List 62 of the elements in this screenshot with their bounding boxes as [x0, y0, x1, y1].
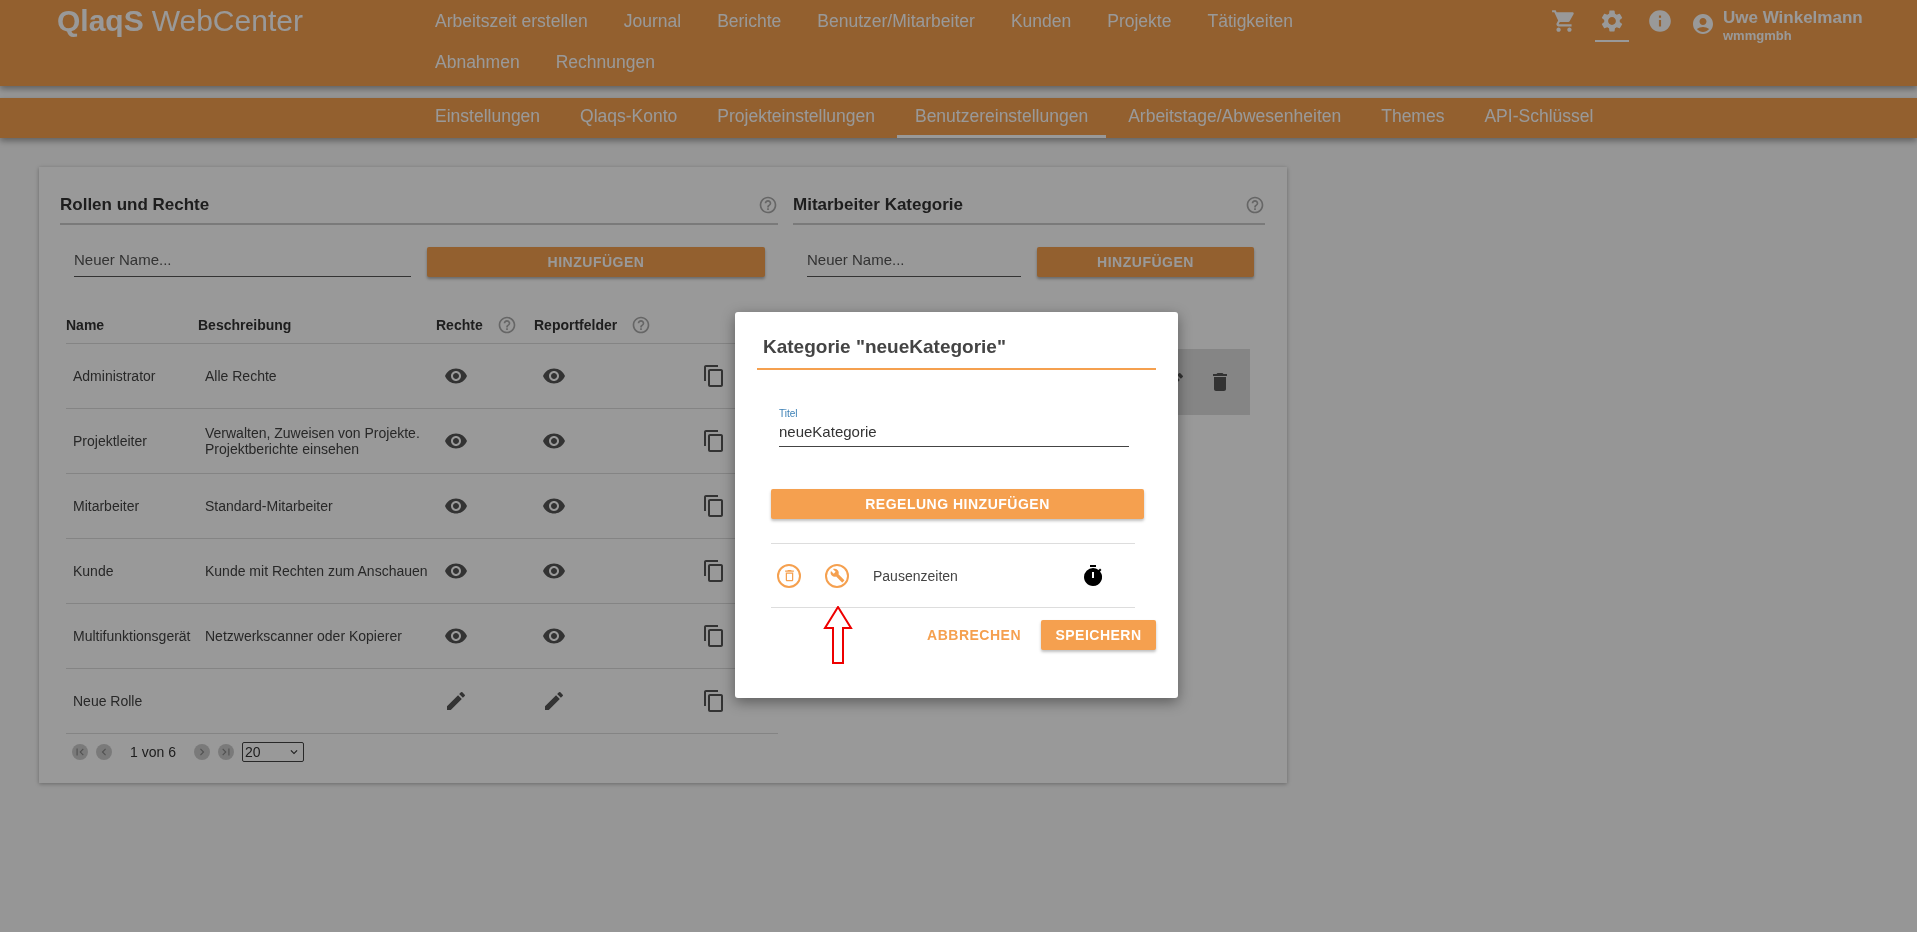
nav-link[interactable]: Kunden	[1010, 11, 1072, 32]
nav-link[interactable]: Abnahmen	[435, 52, 520, 73]
previous-page-button[interactable]	[96, 744, 112, 760]
copy-icon[interactable]	[702, 364, 726, 388]
nav-link[interactable]: Benutzer/Mitarbeiter	[817, 11, 975, 32]
column-header: Rechte	[436, 317, 483, 333]
settings-tab[interactable]: API-Schlüssel	[1466, 98, 1612, 138]
user-company: wmmgmbh	[1723, 28, 1793, 43]
nav-link[interactable]: Berichte	[717, 11, 782, 32]
annotation-arrow	[823, 606, 853, 664]
pencil-icon[interactable]	[542, 689, 566, 713]
dialog-title: Kategorie "neueKategorie"	[757, 334, 1156, 370]
settings-tab[interactable]: Benutzereinstellungen	[896, 98, 1107, 138]
role-name: Neue Rolle	[72, 693, 144, 709]
column-header: Beschreibung	[198, 317, 292, 333]
role-description: Verwalten, Zuweisen von Projekte. Projektberichte einsehen	[205, 425, 420, 457]
section-title: Mitarbeiter Kategorie	[793, 195, 964, 215]
role-description: Netzwerkscanner oder Kopierer	[205, 628, 402, 644]
nav-link[interactable]: Arbeitszeit erstellen	[435, 11, 588, 32]
save-button[interactable]: SPEICHERN	[1041, 620, 1156, 650]
section-title: Rollen und Rechte	[60, 195, 210, 215]
copy-icon[interactable]	[702, 429, 726, 453]
add-button[interactable]: HINZUFÜGEN	[1037, 247, 1254, 277]
column-header: Name	[66, 317, 105, 333]
column-header: Reportfelder	[534, 317, 618, 333]
pencil-icon[interactable]	[444, 689, 468, 713]
user-name: Uwe Winkelmann	[1723, 8, 1863, 28]
nav-link[interactable]: Tätigkeiten	[1207, 11, 1294, 32]
wrench-icon	[829, 568, 845, 583]
logo[interactable]: QlaqS WebCenter	[0, 0, 435, 86]
copy-icon[interactable]	[702, 624, 726, 648]
settings-tab[interactable]: Projekteinstellungen	[699, 98, 893, 138]
page-size-select[interactable]: 20	[241, 742, 304, 762]
last-page-button[interactable]	[217, 744, 234, 760]
role-name: Multifunktionsgerät	[72, 628, 192, 644]
copy-icon[interactable]	[702, 559, 726, 583]
role-description: Kunde mit Rechten zum Anschauen	[205, 563, 428, 579]
nav-link[interactable]: Journal	[623, 11, 682, 32]
add-button[interactable]: HINZUFÜGEN	[427, 247, 765, 277]
rule-name: Pausenzeiten	[873, 567, 959, 584]
nav-link[interactable]: Projekte	[1107, 11, 1172, 32]
title-field[interactable]: Titel neueKategorie	[779, 408, 1129, 447]
first-page-button[interactable]	[72, 744, 88, 760]
settings-tab[interactable]: Arbeitstage/Abwesenheiten	[1110, 98, 1360, 138]
name-input[interactable]: Neuer Name...	[74, 247, 411, 277]
copy-icon[interactable]	[702, 689, 726, 713]
role-name: Administrator	[72, 368, 157, 384]
page-indicator: 1 von 6	[130, 744, 176, 760]
add-rule-button[interactable]: REGELUNG HINZUFÜGEN	[771, 489, 1144, 519]
next-page-button[interactable]	[193, 744, 210, 760]
role-name: Mitarbeiter	[72, 498, 141, 514]
role-name: Kunde	[72, 563, 115, 579]
role-description: Alle Rechte	[205, 368, 277, 384]
role-name: Projektleiter	[72, 433, 148, 449]
settings-tab[interactable]: Qlaqs-Konto	[562, 98, 696, 138]
nav-link[interactable]: Rechnungen	[555, 52, 655, 73]
settings-tab[interactable]: Einstellungen	[417, 98, 559, 138]
copy-icon[interactable]	[702, 494, 726, 518]
cancel-button[interactable]: ABBRECHEN	[921, 621, 1027, 649]
name-input[interactable]: Neuer Name...	[807, 247, 1021, 277]
settings-tab[interactable]: Themes	[1363, 98, 1463, 138]
role-description: Standard-Mitarbeiter	[205, 498, 333, 514]
